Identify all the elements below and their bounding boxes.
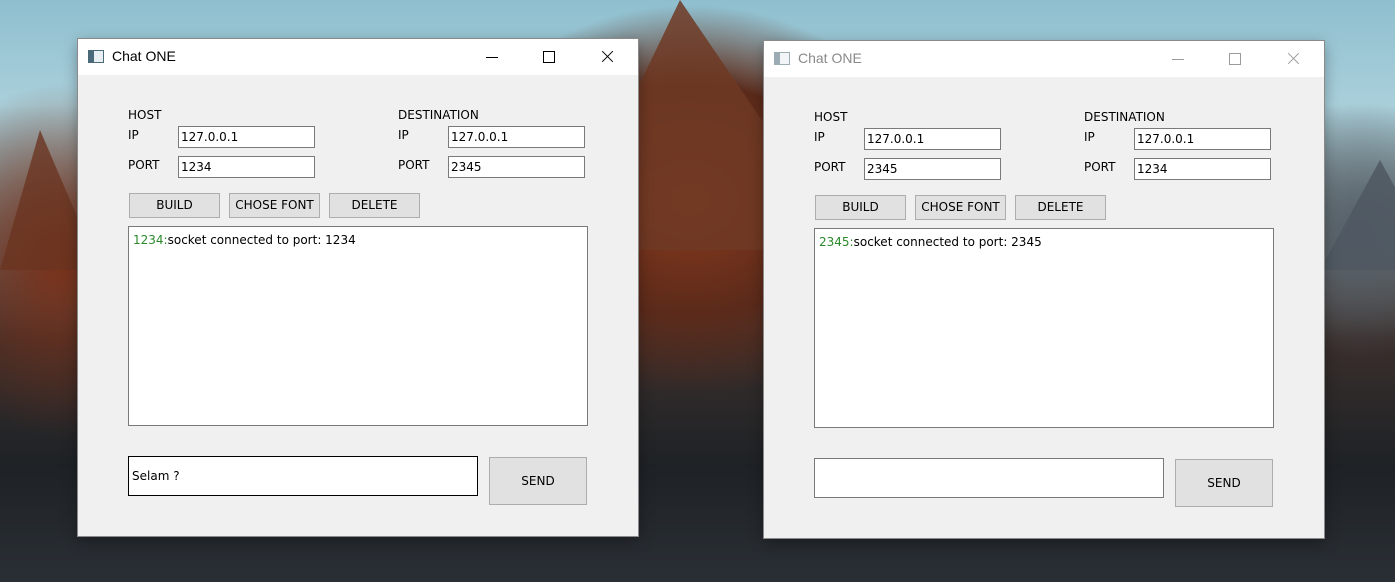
host-heading: HOST [814, 110, 848, 124]
message-input[interactable]: Selam ? [128, 456, 478, 496]
minimize-button[interactable] [1154, 41, 1200, 77]
host-ip-label: IP [814, 130, 825, 144]
host-port-input[interactable]: 2345 [864, 158, 1001, 180]
destination-ip-label: IP [398, 128, 409, 142]
mountain-ridge-right [1320, 160, 1395, 270]
maximize-button[interactable] [1212, 41, 1258, 77]
chat-window-2: Chat ONE HOST IP 127.0.0.1 PORT 2345 DES… [764, 41, 1324, 538]
send-button[interactable]: SEND [489, 457, 587, 505]
host-port-label: PORT [814, 160, 846, 174]
host-ip-input[interactable]: 127.0.0.1 [178, 126, 315, 148]
log-message: socket connected to port: 1234 [167, 233, 356, 247]
window-title: Chat ONE [798, 50, 862, 66]
destination-ip-input[interactable]: 127.0.0.1 [448, 126, 585, 148]
host-port-input[interactable]: 1234 [178, 156, 315, 178]
host-ip-input[interactable]: 127.0.0.1 [864, 128, 1001, 150]
minimize-button[interactable] [468, 39, 514, 75]
close-button[interactable] [1270, 41, 1316, 77]
app-icon [88, 50, 104, 63]
title-bar[interactable]: Chat ONE [764, 41, 1324, 77]
log-message: socket connected to port: 2345 [853, 235, 1042, 249]
host-heading: HOST [128, 108, 162, 122]
app-icon [774, 52, 790, 65]
send-button[interactable]: SEND [1175, 459, 1273, 507]
chat-log[interactable]: 1234:socket connected to port: 1234 [128, 226, 588, 426]
destination-ip-input[interactable]: 127.0.0.1 [1134, 128, 1271, 150]
build-button[interactable]: BUILD [815, 195, 906, 220]
log-port-prefix: 2345: [819, 235, 854, 249]
destination-heading: DESTINATION [1084, 110, 1165, 124]
host-port-label: PORT [128, 158, 160, 172]
close-button[interactable] [584, 39, 630, 75]
title-bar[interactable]: Chat ONE [78, 39, 638, 75]
message-input[interactable] [814, 458, 1164, 498]
delete-button[interactable]: DELETE [329, 193, 420, 218]
chose-font-button[interactable]: CHOSE FONT [915, 195, 1006, 220]
host-ip-label: IP [128, 128, 139, 142]
chat-window-1: Chat ONE HOST IP 127.0.0.1 PORT 1234 DES… [78, 39, 638, 536]
destination-port-label: PORT [398, 158, 430, 172]
log-port-prefix: 1234: [133, 233, 168, 247]
maximize-button[interactable] [526, 39, 572, 75]
destination-port-label: PORT [1084, 160, 1116, 174]
destination-port-input[interactable]: 2345 [448, 156, 585, 178]
destination-heading: DESTINATION [398, 108, 479, 122]
build-button[interactable]: BUILD [129, 193, 220, 218]
chose-font-button[interactable]: CHOSE FONT [229, 193, 320, 218]
delete-button[interactable]: DELETE [1015, 195, 1106, 220]
destination-ip-label: IP [1084, 130, 1095, 144]
window-title: Chat ONE [112, 48, 176, 64]
destination-port-input[interactable]: 1234 [1134, 158, 1271, 180]
chat-log[interactable]: 2345:socket connected to port: 2345 [814, 228, 1274, 428]
